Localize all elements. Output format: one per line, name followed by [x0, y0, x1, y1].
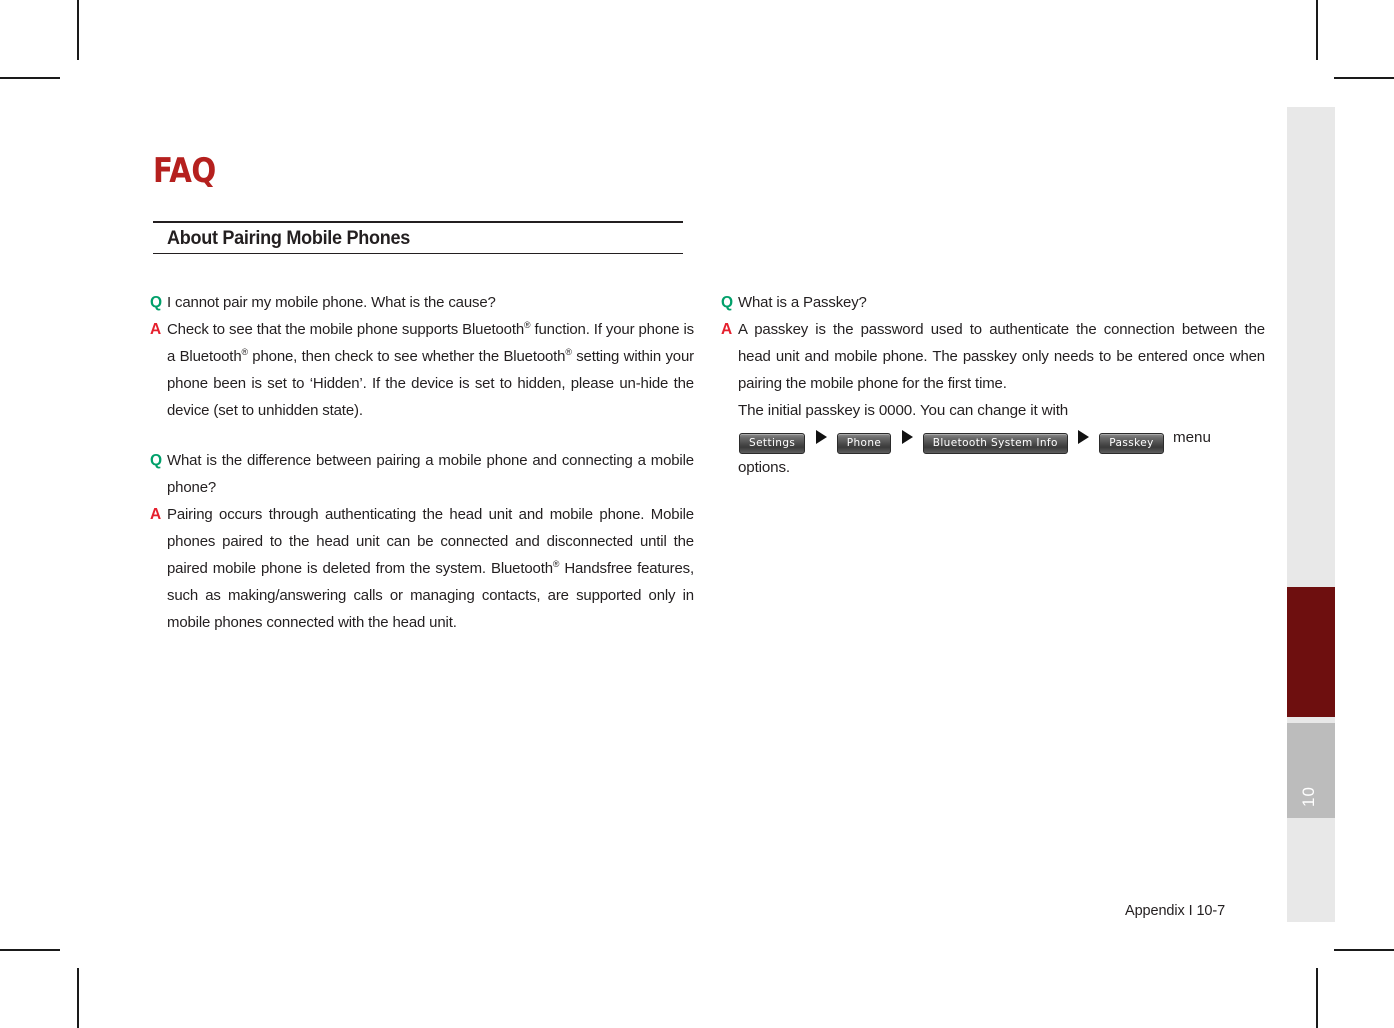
crop-mark-top-left-horizontal	[0, 77, 60, 79]
question-marker: Q	[150, 452, 163, 469]
menu-path-breadcrumb: Settings Phone Bluetooth System Info Pas…	[738, 424, 1273, 454]
chapter-tab-lower-band	[1287, 818, 1335, 922]
question-text: I cannot pair my mobile phone. What is t…	[167, 294, 496, 311]
right-content-column: Q What is a Passkey? A A passkey is the …	[721, 289, 1273, 481]
triangle-right-icon	[1078, 430, 1090, 444]
chapter-tab-active-band	[1287, 587, 1335, 717]
answer-text: Check to see that the mobile phone suppo…	[167, 316, 694, 424]
manual-page: 10 FAQ About Pairing Mobile Phones Q I c…	[0, 0, 1394, 1028]
section-header-label: About Pairing Mobile Phones	[167, 228, 411, 249]
chapter-tab-upper-band	[1287, 107, 1335, 587]
answer-marker: A	[150, 321, 162, 338]
faq-item-1: Q I cannot pair my mobile phone. What is…	[150, 289, 702, 424]
faq-item-3: Q What is a Passkey? A A passkey is the …	[721, 289, 1273, 481]
question-text: What is the difference between pairing a…	[167, 452, 694, 496]
answer-row: A A passkey is the password used to auth…	[721, 316, 1273, 397]
menu-button-passkey[interactable]: Passkey	[1099, 433, 1164, 454]
answer-row: A Check to see that the mobile phone sup…	[150, 316, 702, 424]
menu-button-phone[interactable]: Phone	[836, 433, 892, 454]
answer-row: A Pairing occurs through authenticating …	[150, 501, 702, 636]
left-content-column: Q I cannot pair my mobile phone. What is…	[150, 289, 702, 636]
answer-segment-3: phone, then check to see whether the Blu…	[247, 348, 566, 365]
initial-passkey-note: The initial passkey is 0000. You can cha…	[738, 402, 1069, 419]
crop-mark-bottom-left-horizontal	[0, 949, 60, 951]
question-text: What is a Passkey?	[738, 294, 867, 311]
crop-mark-top-right-vertical	[1316, 0, 1318, 60]
question-row: Q What is the difference between pairing…	[150, 447, 702, 501]
page-footer: Appendix I 10-7	[1125, 903, 1226, 919]
chapter-number-label: 10	[1299, 786, 1318, 807]
menu-button-settings[interactable]: Settings	[739, 433, 806, 454]
menu-path-trailing-text: menu	[1172, 429, 1211, 446]
crop-mark-bottom-right-horizontal	[1334, 949, 1394, 951]
triangle-right-icon	[901, 430, 913, 444]
chapter-tab-number-band: 10	[1287, 723, 1335, 818]
answer-marker: A	[721, 321, 733, 338]
triangle-right-icon	[815, 430, 827, 444]
crop-mark-top-right-horizontal	[1334, 77, 1394, 79]
question-marker: Q	[150, 294, 163, 311]
crop-mark-bottom-left-vertical	[77, 968, 79, 1028]
section-header: About Pairing Mobile Phones	[153, 221, 683, 254]
page-title: FAQ	[153, 151, 216, 191]
answer-segment-1: Check to see that the mobile phone suppo…	[167, 321, 525, 338]
answer-marker: A	[150, 506, 162, 523]
crop-mark-bottom-right-vertical	[1316, 968, 1318, 1028]
menu-path-closing-text: options.	[738, 459, 790, 476]
question-marker: Q	[721, 294, 734, 311]
answer-text: A passkey is the password used to authen…	[738, 321, 1265, 392]
answer-text: Pairing occurs through authenticating th…	[167, 501, 694, 636]
crop-mark-top-left-vertical	[77, 0, 79, 60]
question-row: Q What is a Passkey?	[721, 289, 1273, 316]
faq-item-2: Q What is the difference between pairing…	[150, 447, 702, 636]
question-row: Q I cannot pair my mobile phone. What is…	[150, 289, 702, 316]
menu-button-bluetooth-system-info[interactable]: Bluetooth System Info	[922, 433, 1068, 454]
